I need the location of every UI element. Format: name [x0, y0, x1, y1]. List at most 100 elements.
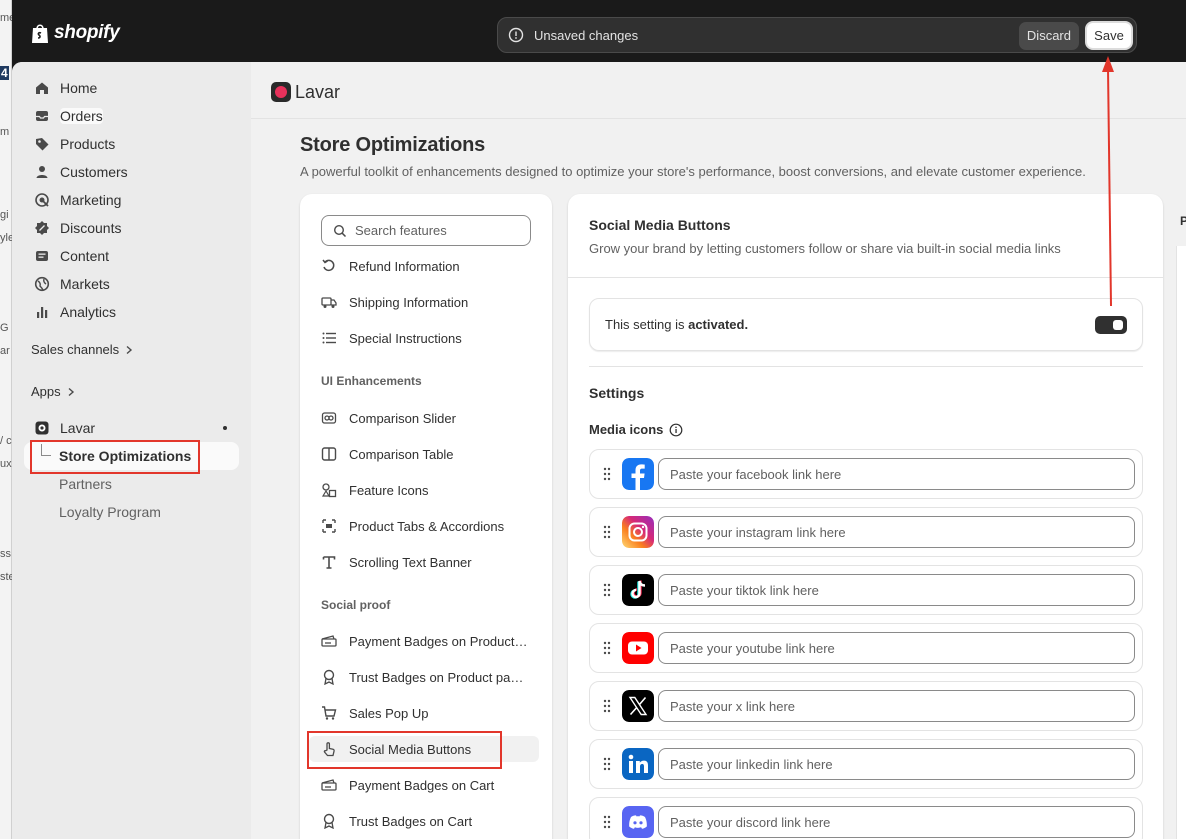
- apps-section[interactable]: Apps: [31, 384, 75, 399]
- status-value: activated.: [688, 317, 749, 332]
- app-header-title: Lavar: [295, 82, 341, 102]
- page-subtitle: A powerful toolkit of enhancements desig…: [300, 164, 1086, 179]
- sidebar-item-label: Customers: [60, 164, 128, 180]
- sidebar-item-label: Products: [60, 136, 116, 152]
- columns-icon: [321, 447, 337, 461]
- feature-item-trust-badges-cart[interactable]: Trust Badges on Cart: [321, 810, 529, 832]
- youtube-link-input[interactable]: [658, 632, 1135, 664]
- badge-icon: [323, 813, 335, 829]
- drag-handle-icon[interactable]: [603, 641, 611, 655]
- top-bar: shopify Unsaved changes Discard Save: [12, 6, 1186, 62]
- feature-item-label: Feature Icons: [349, 482, 429, 498]
- instagram-link-input[interactable]: [658, 516, 1135, 548]
- drag-handle-icon[interactable]: [603, 815, 611, 829]
- x-icon: [622, 690, 654, 722]
- truck-icon: [321, 297, 337, 308]
- feature-item-label: Scrolling Text Banner: [349, 554, 472, 570]
- feature-item-label: Trust Badges on Product pages: [349, 669, 529, 685]
- highlight-box: [30, 440, 200, 474]
- media-icons-label: Media icons: [589, 422, 683, 437]
- media-row-linkedin: [589, 739, 1143, 789]
- sidebar-item-orders[interactable]: Orders: [24, 102, 239, 130]
- drag-handle-icon[interactable]: [603, 699, 611, 713]
- media-row-x: [589, 681, 1143, 731]
- bar-chart-icon: [37, 307, 48, 318]
- badge-icon: [323, 669, 335, 685]
- sidebar-item-label: Marketing: [60, 192, 122, 208]
- feature-item-sales-pop-up[interactable]: Sales Pop Up: [321, 702, 529, 724]
- feature-item-refund-information[interactable]: Refund Information: [321, 255, 529, 277]
- instagram-icon: [622, 516, 654, 548]
- main-content: Lavar Store Optimizations A powerful too…: [251, 62, 1186, 839]
- sidebar-item-lavar[interactable]: Lavar: [24, 414, 239, 442]
- background-text: gi: [0, 209, 9, 221]
- shopify-logo[interactable]: shopify: [30, 22, 120, 44]
- unsaved-changes-text: Unsaved changes: [534, 27, 639, 43]
- feature-item-payment-badges-product[interactable]: Payment Badges on Product pages: [321, 630, 529, 652]
- sidebar-item-marketing[interactable]: Marketing: [24, 186, 239, 214]
- background-text: / c: [0, 435, 12, 447]
- sidebar-item-markets[interactable]: Markets: [24, 270, 239, 298]
- status-prefix: This setting is: [605, 317, 689, 332]
- tiktok-link-input[interactable]: [658, 574, 1135, 606]
- activation-status-text: This setting is activated.: [605, 317, 748, 332]
- discord-link-input[interactable]: [658, 806, 1135, 838]
- linkedin-link-input[interactable]: [658, 748, 1135, 780]
- save-button[interactable]: Save: [1085, 21, 1133, 50]
- sidebar-item-partners[interactable]: Partners: [59, 476, 112, 492]
- feature-item-scrolling-text-banner[interactable]: Scrolling Text Banner: [321, 551, 529, 573]
- cart-icon: [322, 706, 337, 720]
- sidebar-item-loyalty-program[interactable]: Loyalty Program: [59, 504, 161, 520]
- drag-handle-icon[interactable]: [603, 467, 611, 481]
- background-text: 4: [0, 66, 9, 80]
- feature-item-comparison-table[interactable]: Comparison Table: [321, 443, 529, 465]
- sidebar-item-products[interactable]: Products: [24, 130, 239, 158]
- detail-subtitle: Grow your brand by letting customers fol…: [589, 241, 1061, 256]
- sidebar-item-content[interactable]: Content: [24, 242, 239, 270]
- feature-item-shipping-information[interactable]: Shipping Information: [321, 291, 529, 313]
- cash-icon: [321, 779, 337, 791]
- background-text: ar: [0, 345, 10, 357]
- feature-item-product-tabs-accordions[interactable]: Product Tabs & Accordions: [321, 515, 529, 537]
- drag-handle-icon[interactable]: [603, 757, 611, 771]
- facebook-link-input[interactable]: [658, 458, 1135, 490]
- discard-button[interactable]: Discard: [1018, 22, 1079, 50]
- chevron-right-icon: [68, 387, 74, 396]
- feature-item-trust-badges-product[interactable]: Trust Badges on Product pages: [321, 666, 529, 688]
- info-icon[interactable]: [669, 423, 683, 437]
- feature-item-label: Refund Information: [349, 258, 460, 274]
- feature-item-label: Shipping Information: [349, 294, 469, 310]
- search-icon: [333, 224, 347, 237]
- social-proof-heading: Social proof: [321, 598, 391, 612]
- feature-item-label: Comparison Slider: [349, 410, 456, 426]
- media-row-discord: [589, 797, 1143, 839]
- sales-channels-section[interactable]: Sales channels: [31, 342, 133, 357]
- feature-item-label: Trust Badges on Cart: [349, 813, 473, 829]
- feature-item-comparison-slider[interactable]: Comparison Slider: [321, 407, 529, 429]
- sidebar-item-analytics[interactable]: Analytics: [24, 298, 239, 326]
- drag-handle-icon[interactable]: [603, 525, 611, 539]
- search-box[interactable]: [321, 215, 531, 246]
- feature-item-special-instructions[interactable]: Special Instructions: [321, 327, 529, 349]
- person-icon: [36, 166, 48, 178]
- media-icons-text: Media icons: [589, 422, 664, 437]
- feature-item-feature-icons[interactable]: Feature Icons: [321, 479, 529, 501]
- feature-item-label: Comparison Table: [349, 446, 454, 462]
- search-input[interactable]: [355, 223, 525, 238]
- preview-panel: [1176, 246, 1186, 839]
- x-link-input[interactable]: [658, 690, 1135, 722]
- feature-item-payment-badges-cart[interactable]: Payment Badges on Cart: [321, 774, 529, 796]
- tabs-icon: [322, 519, 336, 533]
- sidebar-item-discounts[interactable]: Discounts: [24, 214, 239, 242]
- activation-toggle[interactable]: [1095, 316, 1127, 334]
- list-icon: [322, 332, 336, 344]
- sidebar: Home Orders Products Customers Marketing…: [12, 62, 251, 839]
- feature-item-label: Special Instructions: [349, 330, 462, 346]
- sidebar-item-label: Home: [60, 80, 98, 96]
- sidebar-item-home[interactable]: Home: [24, 74, 239, 102]
- sidebar-item-customers[interactable]: Customers: [24, 158, 239, 186]
- inbox-icon: [36, 111, 48, 121]
- drag-handle-icon[interactable]: [603, 583, 611, 597]
- tag-icon: [36, 138, 49, 151]
- chevron-right-icon: [126, 345, 133, 354]
